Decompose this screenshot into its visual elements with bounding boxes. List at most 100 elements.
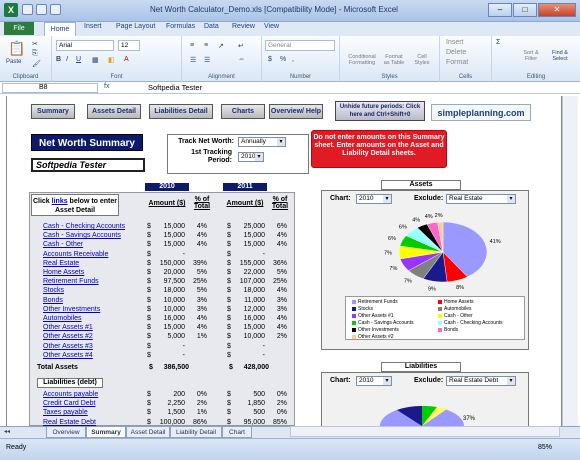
row-link[interactable]: Bonds	[43, 296, 63, 305]
currency-sign: $	[147, 418, 151, 426]
font-size-select[interactable]: 12	[118, 40, 140, 51]
paste-button[interactable]: Paste	[6, 59, 21, 65]
tab-data[interactable]: Data	[204, 23, 219, 30]
row-link[interactable]: Other Assets #4	[43, 351, 93, 360]
align-left-icon[interactable]: ☰	[190, 56, 196, 64]
row-link[interactable]: Other Investments	[43, 305, 100, 314]
row-link[interactable]: Cash - Other	[43, 240, 83, 249]
track-frequency-select[interactable]: Annually	[238, 137, 286, 147]
delete-button[interactable]: Delete	[446, 49, 466, 56]
assets-chart-year-select[interactable]: 2010	[356, 194, 392, 204]
percent-icon[interactable]: %	[280, 56, 286, 63]
formula-input[interactable]: Softpedia Tester	[148, 83, 202, 92]
find-select-button[interactable]: Find & Select	[546, 50, 574, 62]
tab-file[interactable]: File	[4, 22, 34, 35]
bold-button[interactable]: B	[56, 56, 61, 63]
sheet-tab-chart[interactable]: Chart	[222, 427, 252, 438]
borders-icon[interactable]: ▦	[92, 56, 99, 64]
assets-exclude-select[interactable]: Real Estate	[446, 194, 516, 204]
copy-icon[interactable]: ⎘	[32, 50, 38, 58]
nav-overview-help-button[interactable]: Overview/ Help	[269, 104, 323, 119]
nav-liabilities-detail-button[interactable]: Liabilities Detail	[149, 104, 213, 119]
row-link[interactable]: Stocks	[43, 286, 64, 295]
sheet-tab-overview[interactable]: Overview	[46, 427, 86, 438]
tab-view[interactable]: View	[264, 23, 279, 30]
row-link[interactable]: Real Estate Debt	[43, 418, 96, 426]
format-as-table-button[interactable]: Format as Table	[382, 54, 406, 66]
number-format-select[interactable]: General	[265, 40, 335, 51]
fill-color-icon[interactable]: ◧	[108, 56, 115, 64]
font-color-icon[interactable]: A	[124, 56, 129, 63]
amount-2010: 150,000	[159, 259, 185, 267]
excel-icon[interactable]: X	[4, 3, 18, 17]
merge-icon[interactable]: ⇔	[238, 56, 245, 63]
tab-formulas[interactable]: Formulas	[166, 23, 195, 30]
cell-styles-button[interactable]: Cell Styles	[410, 54, 434, 66]
liabilities-header: Liabilities (debt)	[37, 378, 103, 388]
unhide-periods-button[interactable]: Unhide future periods: Click here and Ct…	[335, 101, 425, 121]
row-link[interactable]: Accounts Receivable	[43, 250, 108, 259]
horizontal-scrollbar[interactable]	[290, 426, 560, 437]
conditional-formatting-button[interactable]: Conditional Formatting	[344, 54, 380, 66]
align-top-icon[interactable]: ≡	[190, 42, 194, 49]
table-row: Other Investments $10,000 3% $12,000 3%	[43, 305, 293, 314]
save-icon[interactable]	[22, 4, 33, 15]
row-link[interactable]: Cash - Checking Accounts	[43, 222, 125, 231]
tab-page-layout[interactable]: Page Layout	[116, 23, 155, 30]
align-middle-icon[interactable]: ≡	[204, 42, 208, 49]
row-link[interactable]: Accounts payable	[43, 390, 98, 399]
close-button[interactable]: ✕	[538, 3, 576, 17]
redo-icon[interactable]	[50, 4, 61, 15]
name-cell[interactable]: Softpedia Tester	[31, 158, 145, 172]
first-sheet-icon[interactable]: ◂◂	[4, 428, 10, 435]
name-box[interactable]: B8	[2, 83, 98, 93]
align-center-icon[interactable]: ☰	[204, 56, 210, 64]
sheet-tab-asset-detail[interactable]: Asset Detail	[126, 427, 170, 438]
tab-review[interactable]: Review	[232, 23, 255, 30]
fx-icon[interactable]: fx	[104, 83, 109, 90]
row-link[interactable]: Other Assets #3	[43, 342, 93, 351]
wrap-text-icon[interactable]: ↵	[238, 42, 244, 50]
row-link[interactable]: Cash - Savings Accounts	[43, 231, 121, 240]
comma-icon[interactable]: ,	[292, 56, 294, 63]
italic-button[interactable]: I	[66, 56, 68, 63]
cut-icon[interactable]: ✂	[32, 40, 38, 48]
orientation-icon[interactable]: ↗	[218, 42, 224, 50]
underline-button[interactable]: U	[76, 56, 81, 63]
autosum-icon[interactable]: Σ	[496, 39, 500, 46]
nav-assets-detail-button[interactable]: Assets Detail	[87, 104, 141, 119]
sheet-tab-summary[interactable]: Summary	[86, 427, 126, 438]
sheet-tab-liability-detail[interactable]: Liability Detail	[170, 427, 222, 438]
tracking-period-select[interactable]: 2010	[238, 152, 264, 162]
format-painter-icon[interactable]: 🖌	[32, 60, 41, 68]
maximize-button[interactable]: □	[513, 3, 537, 17]
row-link[interactable]: Other Assets #2	[43, 332, 93, 341]
vertical-scrollbar[interactable]	[562, 96, 578, 426]
row-link[interactable]: Taxes payable	[43, 408, 88, 417]
liab-chart-year-select[interactable]: 2010	[356, 376, 392, 386]
row-link[interactable]: Retirement Funds	[43, 277, 99, 286]
nav-summary-button[interactable]: Summary	[31, 104, 75, 119]
paste-icon[interactable]: 📋	[8, 40, 25, 57]
worksheet[interactable]: Summary Assets Detail Liabilities Detail…	[6, 96, 562, 426]
undo-icon[interactable]	[36, 4, 47, 15]
nav-charts-button[interactable]: Charts	[221, 104, 265, 119]
row-link[interactable]: Other Assets #1	[43, 323, 93, 332]
tab-insert[interactable]: Insert	[84, 23, 102, 30]
currency-icon[interactable]: $	[268, 56, 272, 63]
format-button[interactable]: Format	[446, 59, 468, 66]
row-link[interactable]: Credit Card Debt	[43, 399, 96, 408]
simpleplanning-logo[interactable]: simpleplanning.com	[431, 104, 531, 121]
font-name-select[interactable]: Arial	[56, 40, 114, 51]
tab-home[interactable]: Home	[44, 22, 76, 36]
amount-2010: 2,250	[167, 400, 185, 408]
row-link[interactable]: Automobiles	[43, 314, 82, 323]
minimize-button[interactable]: –	[488, 3, 512, 17]
row-link[interactable]: Home Assets	[43, 268, 84, 277]
row-link[interactable]: Real Estate	[43, 259, 79, 268]
liab-exclude-select[interactable]: Real Estate Debt	[446, 376, 516, 386]
sort-filter-button[interactable]: Sort & Filter	[518, 50, 544, 62]
insert-button[interactable]: Insert	[446, 39, 464, 46]
zoom-level[interactable]: 85%	[538, 444, 552, 451]
amount-2010: 15,000	[163, 241, 185, 249]
